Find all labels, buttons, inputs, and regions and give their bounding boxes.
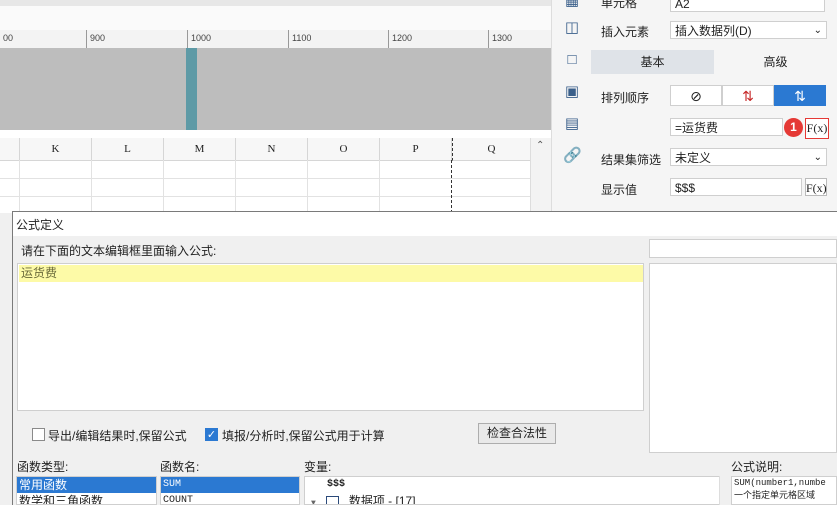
- variable-scrollbar[interactable]: [719, 476, 729, 505]
- list-item[interactable]: 常用函数: [17, 477, 156, 493]
- column-header-o[interactable]: O: [308, 138, 380, 161]
- sort-ascending-button[interactable]: ⇅: [722, 85, 774, 106]
- keep-fill-checkbox[interactable]: ✓: [205, 428, 218, 441]
- grid-col-line: [163, 160, 164, 213]
- list-item[interactable]: COUNT: [161, 493, 299, 504]
- list-item[interactable]: 数学和三角函数: [17, 493, 156, 504]
- insert-element-select[interactable]: 插入数据列(D) ⌄: [670, 21, 827, 39]
- description-line: SUM(number1,numbe: [734, 478, 826, 488]
- column-header-k[interactable]: K: [20, 138, 92, 161]
- result-filter-select[interactable]: 未定义 ⌄: [670, 148, 827, 166]
- grid-col-line: [19, 160, 20, 213]
- grid-col-line: [307, 160, 308, 213]
- keep-export-label: 导出/编辑结果时,保留公式: [48, 429, 187, 443]
- column-header-q[interactable]: Q: [452, 138, 531, 161]
- tab-basic[interactable]: 基本: [591, 50, 714, 74]
- ruler-tick: 1100: [288, 30, 311, 48]
- display-value-field[interactable]: $$$: [670, 178, 802, 196]
- result-filter-label: 结果集筛选: [601, 153, 662, 167]
- result-filter-value: 未定义: [675, 151, 712, 165]
- tab-advanced[interactable]: 高级: [714, 50, 837, 74]
- grid-col-line: [379, 160, 380, 213]
- ruler-tick: 00: [3, 33, 14, 43]
- function-type-label: 函数类型:: [17, 460, 69, 474]
- link-icon[interactable]: 🔗: [563, 147, 582, 165]
- no-sort-icon: ⊘: [690, 88, 702, 104]
- formula-prompt: 请在下面的文本编辑框里面输入公式:: [21, 244, 217, 258]
- sort-order-label: 排列顺序: [601, 91, 650, 105]
- sort-ascending-icon: ⇅: [742, 88, 754, 104]
- sheet-gap: [0, 130, 551, 138]
- ruler-tick: 1300: [488, 30, 512, 48]
- formula-description-panel: SUM(number1,numbe 一个指定单元格区域: [731, 476, 837, 505]
- dropdown-icon[interactable]: ▣: [563, 83, 581, 101]
- function-name-label: 函数名:: [160, 460, 200, 474]
- tree-expand-icon[interactable]: ▼: [311, 499, 316, 504]
- no-sort-button[interactable]: ⊘: [670, 85, 722, 106]
- formula-editor-line[interactable]: 运货费: [19, 265, 643, 282]
- keep-export-checkbox[interactable]: [32, 428, 45, 441]
- side-icon-strip: ▦ ◫ □ ▣ ▤ 🔗: [551, 0, 592, 213]
- report-canvas[interactable]: [0, 48, 551, 130]
- variable-label: 变量:: [304, 460, 332, 474]
- properties-panel: 单元格 A2 插入元素 插入数据列(D) ⌄ 基本 高级 排列顺序 ⊘ ⇅ ⇅ …: [591, 0, 837, 213]
- list-icon[interactable]: ▤: [563, 115, 581, 133]
- vertical-scrollbar[interactable]: ⌃: [530, 138, 552, 213]
- display-value-label: 显示值: [601, 183, 638, 197]
- spreadsheet-grid[interactable]: K L M N O P Q: [0, 138, 551, 213]
- tree-item[interactable]: ▼ 数据项 - [17]: [305, 493, 727, 505]
- chevron-down-icon[interactable]: ⌄: [814, 149, 822, 167]
- column-header-l[interactable]: L: [92, 138, 164, 161]
- horizontal-ruler: 00 900 1000 1100 1200 1300: [0, 30, 551, 49]
- list-item[interactable]: SUM: [161, 477, 299, 493]
- ruler-tick: 1000: [187, 30, 211, 48]
- step-badge: 1: [784, 118, 803, 137]
- sort-descending-icon: ⇅: [794, 88, 806, 104]
- column-header-blank: [0, 138, 20, 161]
- page-break-line: [451, 160, 452, 213]
- widget-icon[interactable]: ◫: [563, 19, 581, 37]
- sort-formula-fx-button[interactable]: F(x): [805, 118, 829, 139]
- column-header-p[interactable]: P: [380, 138, 452, 161]
- function-type-list[interactable]: 常用函数 数学和三角函数: [16, 476, 157, 505]
- dialog-titlebar[interactable]: [13, 212, 837, 236]
- column-header-m[interactable]: M: [164, 138, 236, 161]
- formula-side-panel: [649, 263, 837, 453]
- check-validity-button[interactable]: 检查合法性: [478, 423, 556, 444]
- variable-tree[interactable]: $$$ ▼ 数据项 - [17]: [304, 476, 728, 505]
- dialog-title: 公式定义: [16, 218, 65, 232]
- frame-icon[interactable]: □: [563, 51, 581, 69]
- ruler-tick: 900: [86, 30, 105, 48]
- dataset-icon: [325, 496, 339, 504]
- sort-descending-button[interactable]: ⇅: [774, 85, 826, 106]
- insert-element-value: 插入数据列(D): [675, 24, 752, 38]
- tree-item[interactable]: $$$: [305, 477, 727, 493]
- canvas-position-marker[interactable]: [186, 48, 197, 130]
- cell-label: 单元格: [601, 0, 638, 10]
- scroll-up-icon[interactable]: ⌃: [536, 140, 544, 151]
- column-header-n[interactable]: N: [236, 138, 308, 161]
- display-value-fx-button[interactable]: F(x): [805, 178, 827, 196]
- formula-editor[interactable]: 运货费: [17, 263, 644, 411]
- function-name-list[interactable]: SUM COUNT: [160, 476, 300, 505]
- ruler-spacer: [0, 6, 551, 30]
- check-icon: ✓: [206, 429, 217, 441]
- keep-fill-label: 填报/分析时,保留公式用于计算: [222, 429, 385, 443]
- grid-icon[interactable]: ▦: [563, 0, 581, 10]
- insert-element-label: 插入元素: [601, 25, 650, 39]
- cell-field[interactable]: A2: [670, 0, 825, 12]
- sort-formula-field[interactable]: =运货费: [670, 118, 783, 136]
- function-search-input[interactable]: [649, 239, 837, 258]
- grid-col-line: [91, 160, 92, 213]
- chevron-down-icon[interactable]: ⌄: [814, 22, 822, 40]
- formula-description-label: 公式说明:: [731, 460, 783, 474]
- description-line: 一个指定单元格区域: [734, 491, 816, 501]
- tree-item-label: 数据项 - [17]: [348, 494, 416, 505]
- ruler-tick: 1200: [388, 30, 412, 48]
- grid-col-line: [235, 160, 236, 213]
